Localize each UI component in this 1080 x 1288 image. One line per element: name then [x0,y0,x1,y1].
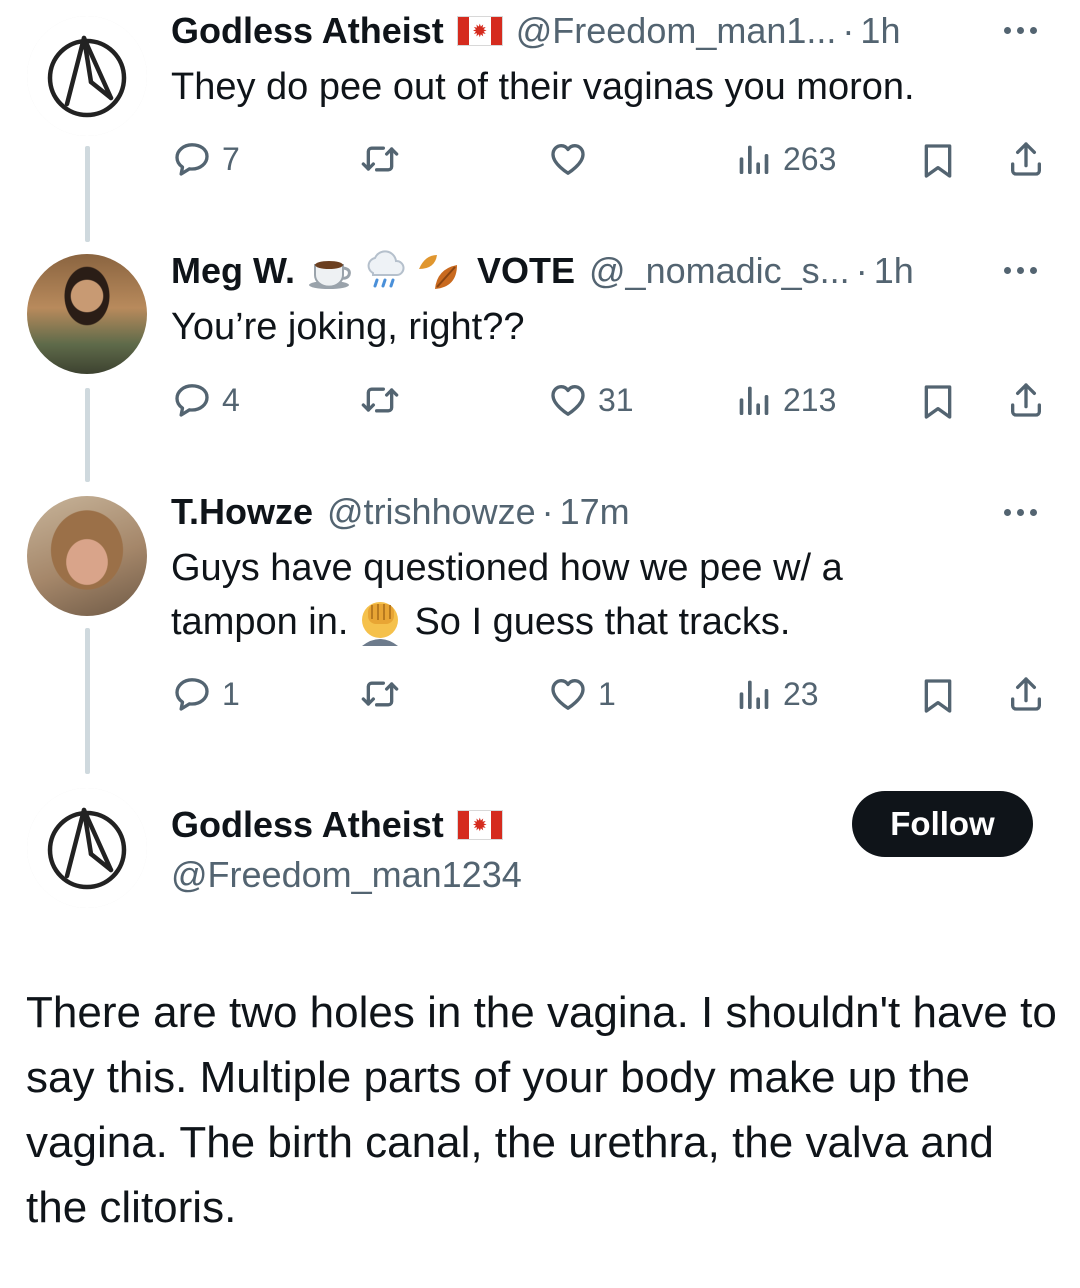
reply-button[interactable]: 4 [172,378,240,422]
retweet-icon [360,139,400,179]
follow-button[interactable]: Follow [852,791,1033,857]
views-count: 263 [783,140,837,177]
display-name[interactable]: Meg W. [171,250,295,292]
separator-dot: · [842,10,855,51]
share-icon [1006,380,1046,420]
retweet-icon [360,380,400,420]
canada-flag-icon: ✹ [457,17,502,45]
facepalm-emoji [362,602,399,646]
views-icon [733,139,773,179]
retweet-icon [360,674,400,714]
reply-text: They do pee out of their vaginas you mor… [171,66,915,108]
like-button[interactable]: 1 [548,672,616,716]
like-count: 31 [598,381,634,418]
thread-line [85,146,90,242]
views-icon [733,674,773,714]
display-name[interactable]: Godless Atheist [171,804,444,846]
separator-dot: · [541,491,554,532]
retweet-button[interactable] [360,672,400,716]
handle[interactable]: @_nomadic_s... [589,250,850,292]
views-count: 213 [783,381,837,418]
share-icon [1006,139,1046,179]
bookmark-button[interactable] [918,380,958,424]
views-button[interactable]: 213 [733,378,836,422]
views-count: 23 [783,675,819,712]
views-button[interactable]: 23 [733,672,819,716]
reply-icon [172,674,212,714]
main-tweet-header: Godless Atheist ✹ [171,802,516,848]
share-icon [1006,674,1046,714]
reply-text-part: So I guess that tracks. [414,601,791,643]
retweet-button[interactable] [360,378,400,422]
thread-line [85,628,90,774]
reply-count: 7 [222,140,240,177]
like-icon [548,674,588,714]
avatar[interactable] [27,788,147,908]
share-button[interactable] [1006,672,1046,716]
avatar[interactable] [27,496,147,616]
reply-header: Godless Atheist ✹ @Freedom_man1... · 1h [171,8,900,54]
coffee-emoji [309,261,351,289]
reply-button[interactable]: 1 [172,672,240,716]
atheist-a-logo [27,788,147,908]
reply-icon [172,380,212,420]
separator-dot: · [855,250,868,291]
bookmark-icon [918,676,958,716]
timestamp[interactable]: 1h [874,250,914,292]
handle[interactable]: @Freedom_man1... [516,10,837,52]
handle[interactable]: @Freedom_man1234 [171,854,522,896]
bookmark-icon [918,141,958,181]
like-button[interactable] [548,137,588,181]
thread-line [85,388,90,482]
reply-text: You’re joking, right?? [171,306,525,348]
views-button[interactable]: 263 [733,137,836,181]
reply-button[interactable]: 7 [172,137,240,181]
like-icon [548,139,588,179]
retweet-button[interactable] [360,137,400,181]
share-button[interactable] [1006,137,1046,181]
like-icon [548,380,588,420]
canada-flag-icon: ✹ [457,811,502,839]
like-button[interactable]: 31 [548,378,634,422]
main-tweet-handle-row: @Freedom_man1234 [171,852,522,898]
display-name-suffix[interactable]: VOTE [477,250,575,292]
avatar[interactable] [27,16,147,136]
rain-cloud-emoji [367,250,405,288]
more-icon[interactable] [1004,20,1052,40]
bookmark-button[interactable] [918,139,958,183]
reply-text-line-1: Guys have questioned how we pee w/ a [171,547,843,589]
more-icon[interactable] [1004,502,1052,522]
share-button[interactable] [1006,378,1046,422]
reply-text-part: tampon in. [171,601,349,643]
timestamp[interactable]: 17m [560,491,630,533]
avatar[interactable] [27,254,147,374]
reply-header: Meg W. VOTE @_nomadic_s... · 1h [171,248,914,294]
more-icon[interactable] [1004,260,1052,280]
handle[interactable]: @trishhowze [327,491,536,533]
reply-count: 4 [222,381,240,418]
atheist-a-logo [27,16,147,136]
reply-header: T.Howze @trishhowze · 17m [171,489,630,535]
main-tweet-text: There are two holes in the vagina. I sho… [26,988,1057,1232]
reply-icon [172,139,212,179]
display-name[interactable]: Godless Atheist [171,10,444,52]
bookmark-icon [918,382,958,422]
reply-text-line-2: tampon in. So I guess that tracks. [171,595,790,649]
bookmark-button[interactable] [918,674,958,718]
display-name[interactable]: T.Howze [171,491,313,533]
reply-count: 1 [222,675,240,712]
like-count: 1 [598,675,616,712]
timestamp[interactable]: 1h [860,10,900,52]
falling-leaves-emoji [419,255,457,289]
views-icon [733,380,773,420]
